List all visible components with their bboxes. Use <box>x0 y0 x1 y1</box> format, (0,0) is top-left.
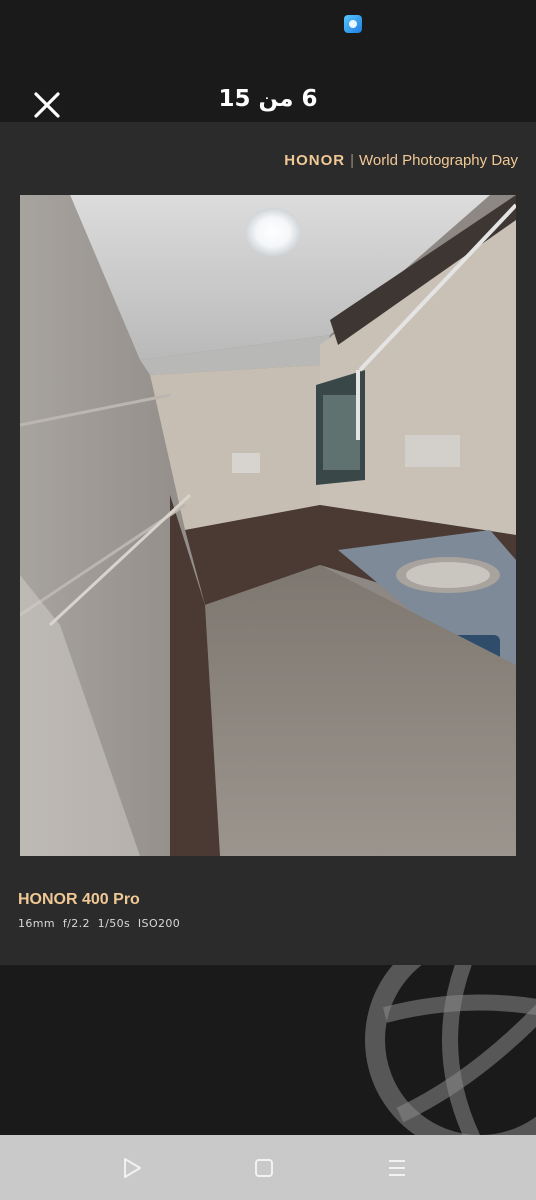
listing-photo[interactable] <box>20 195 516 856</box>
image-counter-title: 6 من 15 <box>218 86 318 112</box>
viewer-lower-area <box>0 965 536 1135</box>
home-square-icon <box>255 1159 273 1177</box>
exif-details: 16mm f/2.2 1/50s ISO200 <box>18 917 181 930</box>
watermark-tagline: World Photography Day <box>359 152 518 169</box>
photo-card: HONOR | World Photography Day HONOR 400 … <box>0 122 536 965</box>
camera-model-label: HONOR 400 Pro <box>18 891 140 908</box>
watermark-separator: | <box>350 152 355 169</box>
back-triangle-icon <box>124 1158 141 1178</box>
browser-app-icon <box>344 15 362 33</box>
close-icon <box>34 92 60 118</box>
bathroom-photo-illustration <box>20 195 516 856</box>
viewer-header: 6 من 15 <box>0 48 536 122</box>
nav-back-button[interactable] <box>117 1153 147 1183</box>
nav-recents-button[interactable] <box>382 1153 412 1183</box>
status-bar <box>0 0 536 48</box>
nav-home-button[interactable] <box>249 1153 279 1183</box>
watermark-brand: HONOR <box>284 152 346 169</box>
close-button[interactable] <box>28 86 68 126</box>
system-navigation-bar <box>0 1135 536 1200</box>
camera-watermark: HONOR | World Photography Day <box>284 152 518 169</box>
globe-icon <box>365 965 536 1135</box>
recents-menu-icon <box>389 1160 405 1176</box>
